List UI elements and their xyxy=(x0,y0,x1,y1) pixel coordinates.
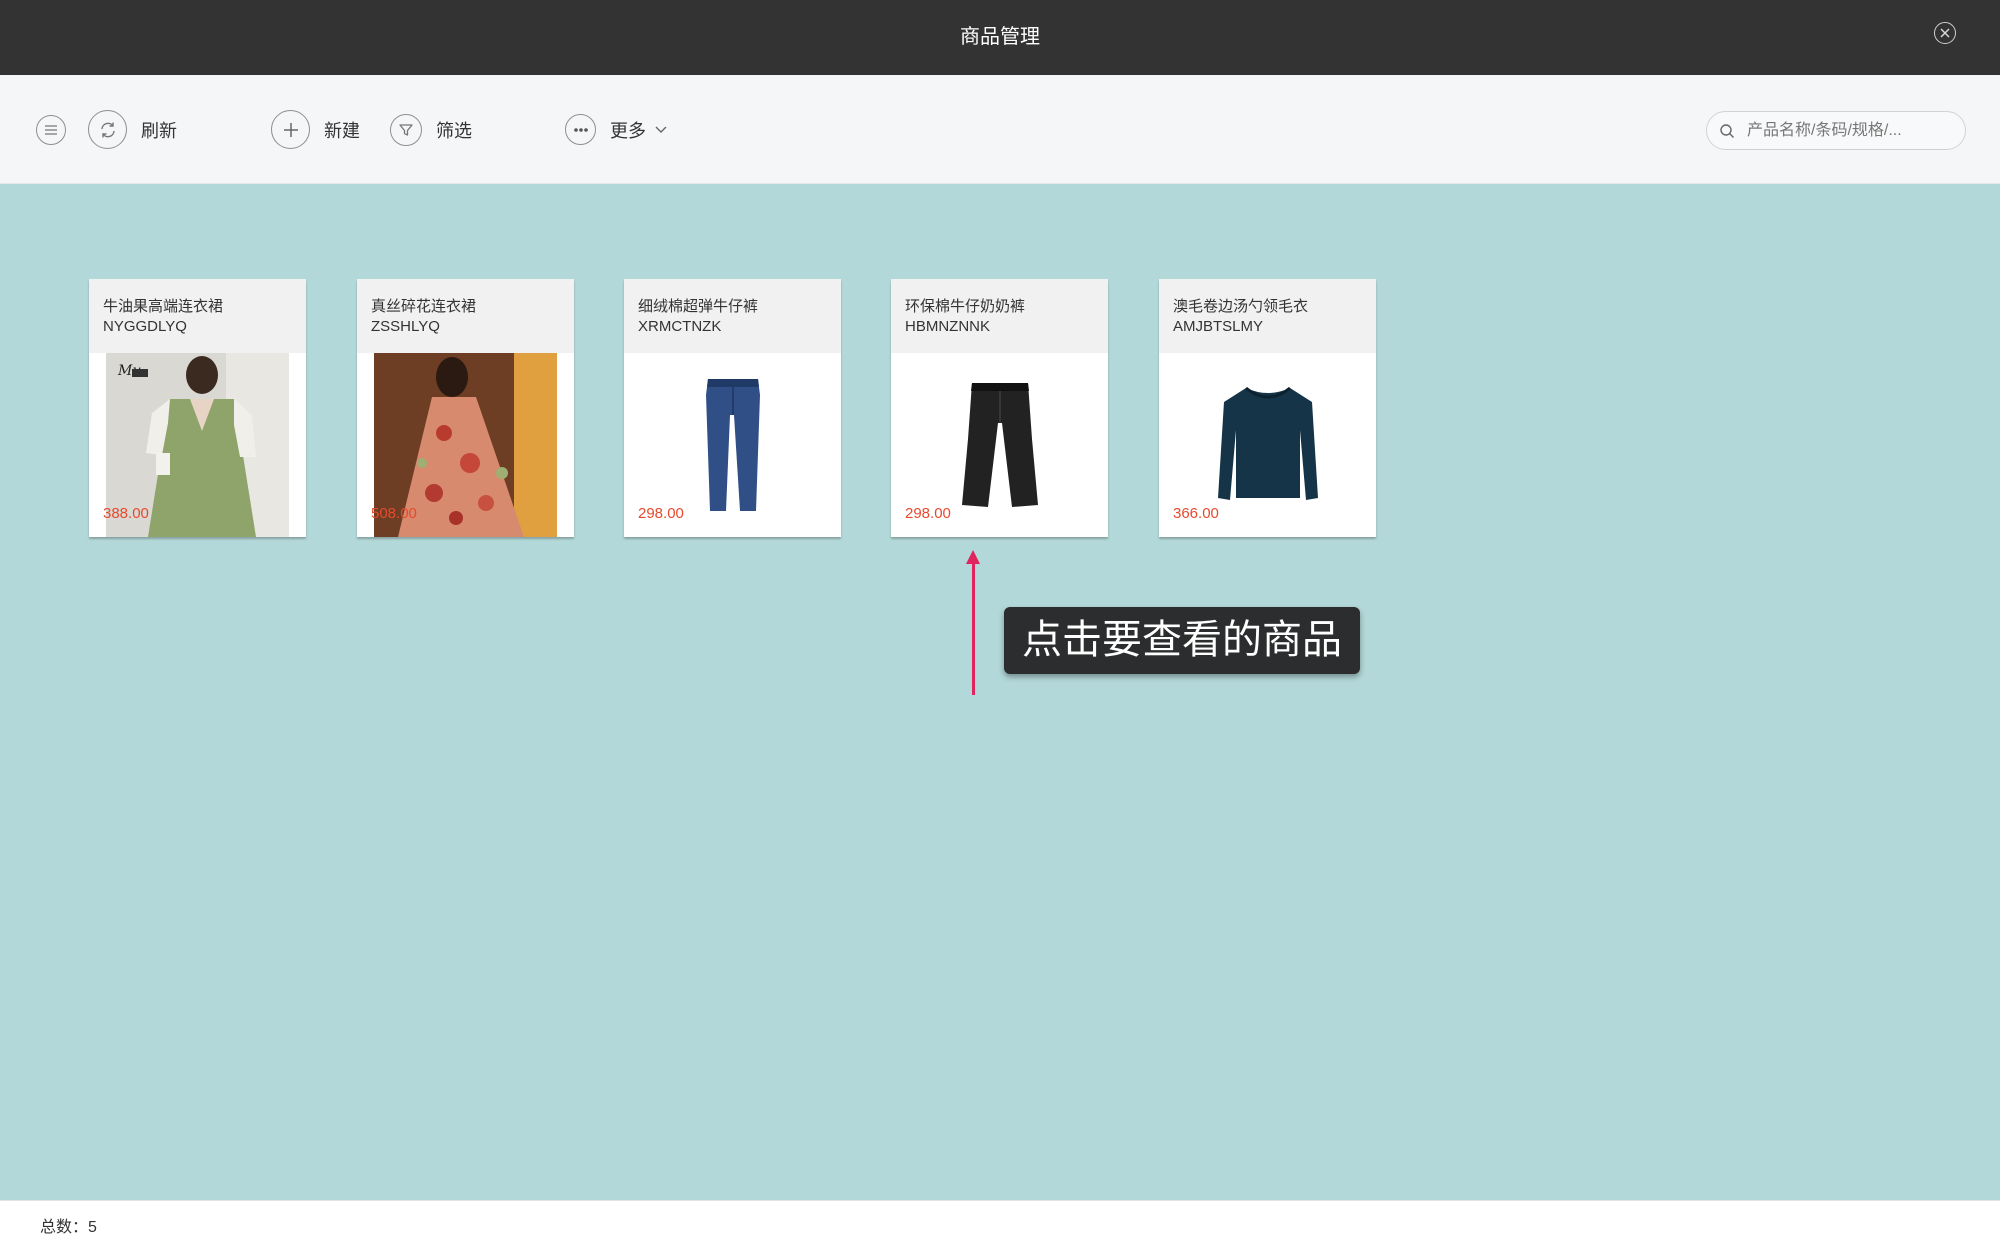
menu-button[interactable] xyxy=(36,75,66,184)
product-price: 388.00 xyxy=(103,505,149,522)
refresh-label: 刷新 xyxy=(141,120,177,141)
toolbar: 刷新 新建 筛选 更多 xyxy=(0,75,2000,184)
search-box[interactable] xyxy=(1706,111,1966,150)
title-bar: 商品管理 xyxy=(0,0,2000,75)
product-card-header: 细绒棉超弹牛仔裤 XRMCTNZK xyxy=(624,279,841,353)
menu-icon xyxy=(36,114,66,145)
callout-arrow-line xyxy=(972,556,975,695)
more-label: 更多 xyxy=(610,120,646,141)
product-price: 508.00 xyxy=(371,505,417,522)
product-name: 澳毛卷边汤勺领毛衣 xyxy=(1173,298,1309,315)
hint-tooltip: 点击要查看的商品 xyxy=(1004,607,1360,674)
status-bar: 总数：5 xyxy=(0,1200,2000,1246)
product-price: 366.00 xyxy=(1173,505,1219,522)
product-card[interactable]: 澳毛卷边汤勺领毛衣 AMJBTSLMY 366.00 xyxy=(1159,279,1376,537)
product-code: ZSSHLYQ xyxy=(371,318,440,335)
search-icon xyxy=(1719,123,1735,139)
product-name: 细绒棉超弹牛仔裤 xyxy=(638,298,759,315)
refresh-button[interactable]: 刷新 xyxy=(88,75,177,184)
product-card[interactable]: 牛油果高端连衣裙 NYGGDLYQ Mu 388.00 xyxy=(89,279,306,537)
more-button[interactable]: 更多 xyxy=(565,75,668,184)
product-card-header: 真丝碎花连衣裙 ZSSHLYQ xyxy=(357,279,574,353)
product-name: 环保棉牛仔奶奶裤 xyxy=(905,298,1026,315)
window-title: 商品管理 xyxy=(960,26,1040,48)
product-code: AMJBTSLMY xyxy=(1173,318,1264,335)
product-card[interactable]: 环保棉牛仔奶奶裤 HBMNZNNK 298.00 xyxy=(891,279,1108,537)
new-label: 新建 xyxy=(324,120,360,141)
product-price: 298.00 xyxy=(638,505,684,522)
product-card[interactable]: 真丝碎花连衣裙 ZSSHLYQ 508.00 xyxy=(357,279,574,537)
search-input[interactable] xyxy=(1745,120,1949,141)
plus-icon xyxy=(271,110,310,149)
product-price: 298.00 xyxy=(905,505,951,522)
product-card-header: 环保棉牛仔奶奶裤 HBMNZNNK xyxy=(891,279,1108,353)
product-card[interactable]: 细绒棉超弹牛仔裤 XRMCTNZK 298.00 xyxy=(624,279,841,537)
product-code: XRMCTNZK xyxy=(638,318,722,335)
product-name: 真丝碎花连衣裙 xyxy=(371,298,477,315)
more-icon xyxy=(565,114,596,145)
filter-button[interactable]: 筛选 xyxy=(390,75,472,184)
total-count: 总数：5 xyxy=(40,1219,97,1236)
product-code: NYGGDLYQ xyxy=(103,318,187,335)
filter-label: 筛选 xyxy=(436,120,472,141)
new-button[interactable]: 新建 xyxy=(271,75,360,184)
chevron-down-icon xyxy=(654,125,668,134)
filter-icon xyxy=(390,113,422,146)
product-name: 牛油果高端连衣裙 xyxy=(103,298,224,315)
product-card-header: 澳毛卷边汤勺领毛衣 AMJBTSLMY xyxy=(1159,279,1376,353)
product-code: HBMNZNNK xyxy=(905,318,990,335)
close-icon[interactable] xyxy=(1934,22,1956,44)
refresh-icon xyxy=(88,110,127,149)
product-card-header: 牛油果高端连衣裙 NYGGDLYQ xyxy=(89,279,306,353)
